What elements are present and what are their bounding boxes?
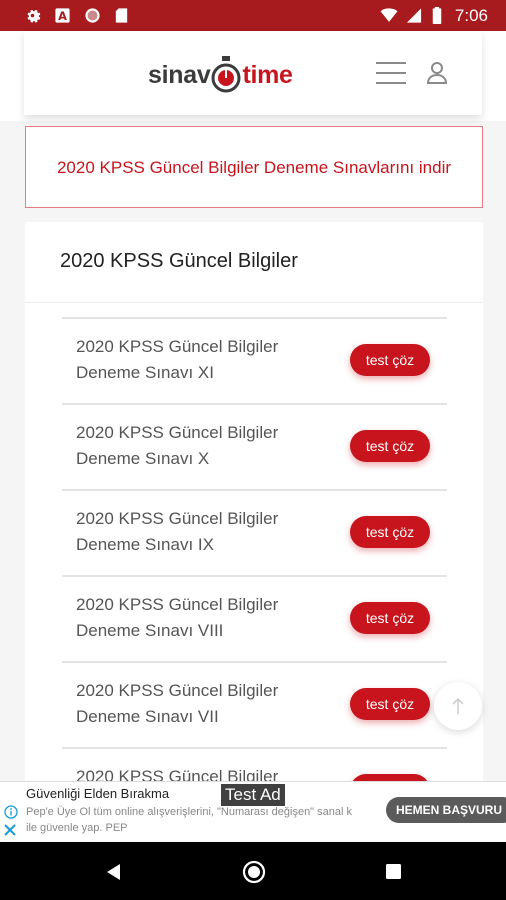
list-item: 2020 KPSS Güncel Bilgiler Deneme Sınavı … <box>62 403 447 489</box>
ad-title: Güvenliği Elden Bırakma <box>26 786 170 801</box>
back-icon[interactable] <box>104 862 122 882</box>
close-icon[interactable] <box>2 822 18 838</box>
list-item: 2020 KPSS Güncel Bilgiler Deneme Sınavı … <box>62 317 447 403</box>
status-bar: A 7:06 <box>0 0 506 31</box>
arrow-up-icon <box>452 697 464 714</box>
ad-body-line1: Pep'e Üye Ol tüm online alışverişlerini,… <box>26 806 352 818</box>
exam-title[interactable]: 2020 KPSS Güncel Bilgiler Deneme Sınavı … <box>76 420 316 472</box>
list-item: 2020 KPSS Güncel Bilgiler Deneme Sınavı … <box>62 489 447 575</box>
exam-title[interactable]: 2020 KPSS Güncel Bilgiler Deneme Sınavı … <box>76 678 316 730</box>
test-coz-button[interactable]: test çöz <box>350 602 430 634</box>
test-coz-button[interactable]: test çöz <box>350 516 430 548</box>
card-title: 2020 KPSS Güncel Bilgiler <box>60 250 298 272</box>
hamburger-menu-icon[interactable] <box>376 62 406 84</box>
wifi-icon <box>380 8 398 22</box>
ad-body: Pep'e Üye Ol tüm online alışverişlerini,… <box>26 804 386 836</box>
sd-card-icon <box>115 8 128 23</box>
test-coz-button[interactable]: test çöz <box>350 688 430 720</box>
exam-title[interactable]: 2020 KPSS Güncel Bilgiler Deneme Sınavı … <box>76 592 316 644</box>
list-item: 2020 KPSS Güncel Bilgiler Deneme Sınavı … <box>62 661 447 747</box>
a-letter-icon: A <box>55 8 70 23</box>
list-item: 2020 KPSS Güncel Bilgiler Deneme Sınavı … <box>62 575 447 661</box>
gear-icon <box>27 9 41 23</box>
signal-icon <box>406 8 422 23</box>
test-ad-label: Test Ad <box>221 784 285 806</box>
stopwatch-icon <box>211 56 241 93</box>
exam-list-card: 2020 KPSS Güncel Bilgiler 2020 KPSS Günc… <box>25 222 483 822</box>
home-icon[interactable] <box>242 860 266 884</box>
user-icon[interactable] <box>426 61 448 85</box>
clock: 7:06 <box>454 6 488 25</box>
recents-icon[interactable] <box>385 863 402 880</box>
download-alert[interactable]: 2020 KPSS Güncel Bilgiler Deneme Sınavla… <box>25 126 483 208</box>
scroll-to-top-button[interactable] <box>434 682 482 730</box>
logo-text-time: time <box>242 60 293 89</box>
info-icon[interactable] <box>4 805 18 819</box>
alert-text: 2020 KPSS Güncel Bilgiler Deneme Sınavla… <box>56 157 452 177</box>
exam-list: 2020 KPSS Güncel Bilgiler Deneme Sınavı … <box>62 317 447 833</box>
system-nav-bar <box>0 842 506 900</box>
exam-title[interactable]: 2020 KPSS Güncel Bilgiler Deneme Sınavı … <box>76 334 316 386</box>
battery-icon <box>432 7 442 24</box>
test-coz-button[interactable]: test çöz <box>350 430 430 462</box>
exam-title[interactable]: 2020 KPSS Güncel Bilgiler Deneme Sınavı … <box>76 506 316 558</box>
test-coz-button[interactable]: test çöz <box>350 344 430 376</box>
site-logo[interactable]: sinav time <box>148 50 293 100</box>
circle-icon <box>85 8 100 23</box>
ad-cta-button[interactable]: HEMEN BAŞVURU <box>386 797 506 823</box>
ad-body-line2: ile güvenle yap. PEP <box>26 822 128 834</box>
svg-text:A: A <box>58 9 67 23</box>
logo-text-sinav: sinav <box>148 60 211 89</box>
divider <box>25 302 483 303</box>
